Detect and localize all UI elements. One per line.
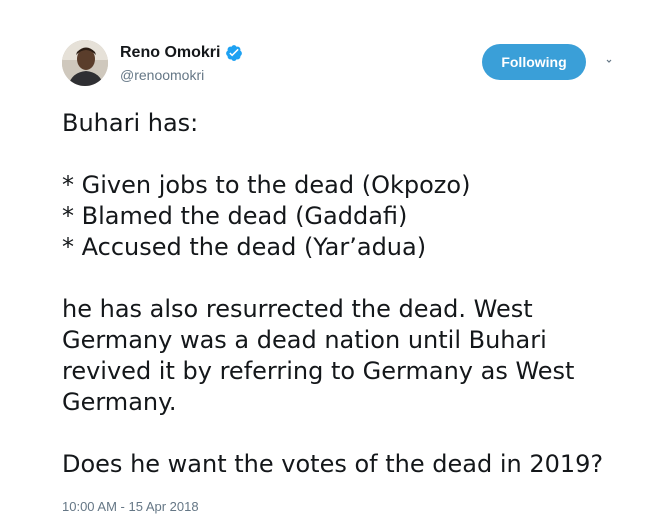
tweet-timestamp[interactable]: 10:00 AM - 15 Apr 2018 (62, 499, 199, 514)
tweet-line-intro: Buhari has: (62, 109, 199, 137)
avatar[interactable] (62, 40, 108, 86)
tweet-bullet: * Accused the dead (Yar’adua) (62, 233, 427, 261)
chevron-down-icon[interactable] (604, 54, 614, 64)
author-name[interactable]: Reno Omokri (120, 44, 220, 62)
tweet-bullet: * Blamed the dead (Gaddafi) (62, 202, 408, 230)
tweet-paragraph: he has also resurrected the dead. West G… (62, 295, 575, 416)
author-name-row: Reno Omokri (120, 44, 243, 62)
tweet-bullet: * Given jobs to the dead (Okpozo) (62, 171, 471, 199)
tweet-paragraph: Does he want the votes of the dead in 20… (62, 450, 604, 478)
verified-badge-icon (225, 44, 243, 62)
tweet-text: Buhari has: * Given jobs to the dead (Ok… (62, 108, 642, 480)
following-button[interactable]: Following (482, 44, 586, 80)
author-handle[interactable]: @renoomokri (120, 67, 204, 83)
tweet-card: Reno Omokri @renoomokri Following Buhari… (0, 0, 655, 525)
